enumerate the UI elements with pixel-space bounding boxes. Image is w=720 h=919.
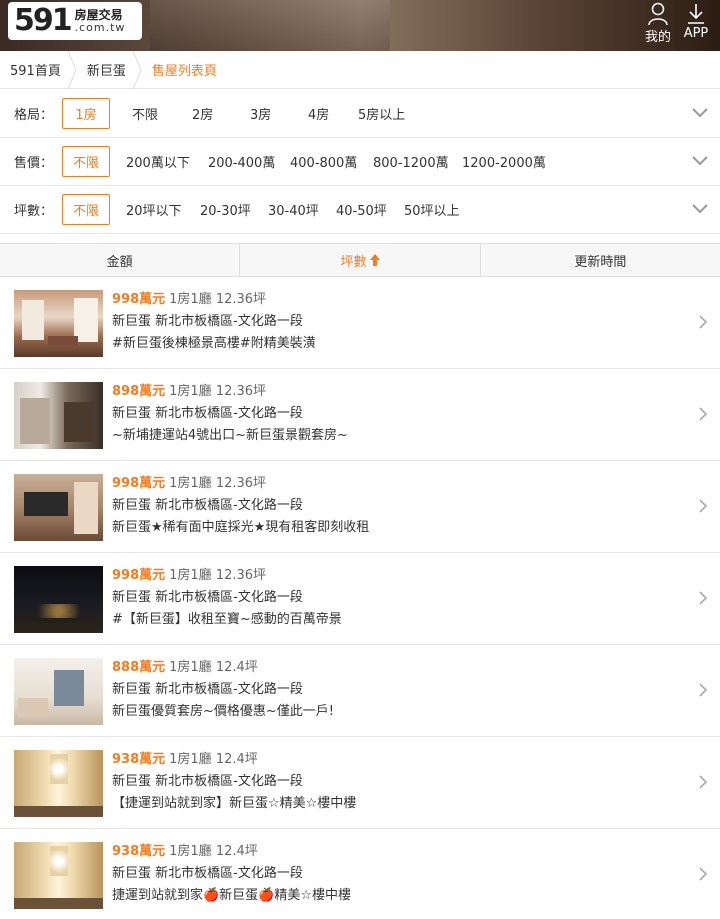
listing-title: 新巨蛋優質套房~價格優惠~僅此一戶! [112,704,334,719]
listing-price: 938萬元 [112,752,166,767]
logo-domain: .com.tw [74,20,126,34]
chevron-right-icon [699,867,708,881]
filter-option-selected[interactable]: 不限 [62,146,110,177]
logo-chinese: 房屋交易 [74,7,123,22]
filter-option[interactable]: 1200-2000萬 [462,152,546,171]
chevron-right-icon [699,591,708,605]
chevron-right-icon [699,407,708,421]
listing-price: 888萬元 [112,660,166,675]
breadcrumb-area[interactable]: 新巨蛋 [73,50,142,89]
listing-title: #新巨蛋後棟極景高樓#附精美裝潢 [112,336,316,351]
listing-photo [14,566,103,633]
listing-item[interactable]: 998萬元 1房1廳 12.36坪 新巨蛋 新北市板橋區-文化路一段 #新巨蛋後棟… [0,277,720,369]
filter-option[interactable]: 200萬以下 [126,152,190,171]
listing-photo [14,750,103,817]
sort-tab-updated[interactable]: 更新時間 [481,244,720,276]
listing-title: #【新巨蛋】收租至寶~感動的百萬帝景 [112,612,342,627]
filter-option-selected[interactable]: 1房 [62,98,110,129]
listing-item[interactable]: 938萬元 1房1廳 12.4坪 新巨蛋 新北市板橋區-文化路一段 【捷運到站就到… [0,737,720,829]
filter-option[interactable]: 2房 [192,104,213,123]
header-background-photo [150,0,390,51]
chevron-right-icon [699,775,708,789]
user-icon [648,2,668,26]
listing-item[interactable]: 998萬元 1房1廳 12.36坪 新巨蛋 新北市板橋區-文化路一段 新巨蛋★稀有… [0,461,720,553]
listing-price: 898萬元 [112,384,166,399]
listing-address: 新巨蛋 新北市板橋區-文化路一段 [112,314,303,329]
filter-option[interactable]: 4房 [308,104,329,123]
listing-photo [14,290,103,357]
listing-address: 新巨蛋 新北市板橋區-文化路一段 [112,774,303,789]
filter-option[interactable]: 20坪以下 [126,200,182,219]
filter-option[interactable]: 5房以上 [358,104,405,123]
listing-title: 新巨蛋★稀有面中庭採光★現有租客即刻收租 [112,520,370,535]
download-icon [688,4,704,24]
app-download-button[interactable]: APP [679,2,713,41]
listing-price: 998萬元 [112,292,166,307]
listing-photo [14,842,103,909]
breadcrumb: 591首頁 新巨蛋 售屋列表頁 [0,50,720,89]
breadcrumb-home[interactable]: 591首頁 [0,50,77,89]
listing-title: 捷運到站就到家🍎新巨蛋🍎精美☆樓中樓 [112,888,352,903]
listing-layout: 1房1廳 12.36坪 [169,292,267,307]
listing-layout: 1房1廳 12.4坪 [169,660,258,675]
listing-item[interactable]: 888萬元 1房1廳 12.4坪 新巨蛋 新北市板橋區-文化路一段 新巨蛋優質套房… [0,645,720,737]
chevron-down-icon[interactable] [691,155,709,167]
listing-address: 新巨蛋 新北市板橋區-文化路一段 [112,406,303,421]
listing-layout: 1房1廳 12.4坪 [169,844,258,859]
listing-photo [14,658,103,725]
listing-address: 新巨蛋 新北市板橋區-文化路一段 [112,682,303,697]
filter-option[interactable]: 20-30坪 [200,200,251,219]
my-account-button[interactable]: 我的 [643,2,673,45]
sort-tab-price[interactable]: 金額 [0,244,241,276]
sort-bar: 金額 坪數 更新時間 [0,243,720,277]
sort-arrow-up-icon [369,254,380,266]
listing-item[interactable]: 898萬元 1房1廳 12.36坪 新巨蛋 新北市板橋區-文化路一段 ~新埔捷運站… [0,369,720,461]
filter-area: 坪數： 不限 20坪以下 20-30坪 30-40坪 40-50坪 50坪以上 [0,186,720,234]
filter-option-selected[interactable]: 不限 [62,194,110,225]
filter-option[interactable]: 800-1200萬 [373,152,449,171]
filter-layout: 格局： 1房 不限 2房 3房 4房 5房以上 [0,90,720,138]
listing-photo [14,382,103,449]
filter-option[interactable]: 50坪以上 [404,200,460,219]
chevron-down-icon[interactable] [691,203,709,215]
listing-layout: 1房1廳 12.36坪 [169,384,267,399]
app-label: APP [683,26,709,41]
sort-tab-area[interactable]: 坪數 [240,244,481,276]
filter-option[interactable]: 40-50坪 [336,200,387,219]
filter-label: 坪數： [14,204,54,219]
logo-number: 591 [14,3,73,38]
filter-label: 售價： [14,156,54,171]
listing-layout: 1房1廳 12.4坪 [169,752,258,767]
listing-title: ~新埔捷運站4號出口~新巨蛋景觀套房~ [112,428,348,443]
chevron-right-icon [699,315,708,329]
breadcrumb-current: 售屋列表頁 [151,64,217,79]
filter-option[interactable]: 3房 [250,104,271,123]
filter-price: 售價： 不限 200萬以下 200-400萬 400-800萬 800-1200… [0,138,720,186]
chevron-right-icon [699,499,708,513]
listing-price: 998萬元 [112,476,166,491]
listing-item[interactable]: 998萬元 1房1廳 12.36坪 新巨蛋 新北市板橋區-文化路一段 #【新巨蛋】… [0,553,720,645]
listing-layout: 1房1廳 12.36坪 [169,568,267,583]
site-logo[interactable]: 591 房屋交易 .com.tw [8,2,142,40]
listing-address: 新巨蛋 新北市板橋區-文化路一段 [112,866,303,881]
top-header: 591 房屋交易 .com.tw 我的 APP [0,0,720,51]
listing-item[interactable]: 938萬元 1房1廳 12.4坪 新巨蛋 新北市板橋區-文化路一段 捷運到站就到家… [0,829,720,919]
filter-option[interactable]: 400-800萬 [290,152,357,171]
listing-layout: 1房1廳 12.36坪 [169,476,267,491]
listing-price: 938萬元 [112,844,166,859]
chevron-right-icon [699,683,708,697]
filter-option[interactable]: 200-400萬 [208,152,275,171]
filter-label: 格局： [14,108,54,123]
my-account-label: 我的 [644,30,671,45]
listing-address: 新巨蛋 新北市板橋區-文化路一段 [112,498,303,513]
listing-address: 新巨蛋 新北市板橋區-文化路一段 [112,590,303,605]
listing-price: 998萬元 [112,568,166,583]
listing-photo [14,474,103,541]
filter-option[interactable]: 30-40坪 [268,200,319,219]
listing-title: 【捷運到站就到家】新巨蛋☆精美☆樓中樓 [112,796,357,811]
filter-option[interactable]: 不限 [132,104,158,123]
chevron-down-icon[interactable] [691,107,709,119]
